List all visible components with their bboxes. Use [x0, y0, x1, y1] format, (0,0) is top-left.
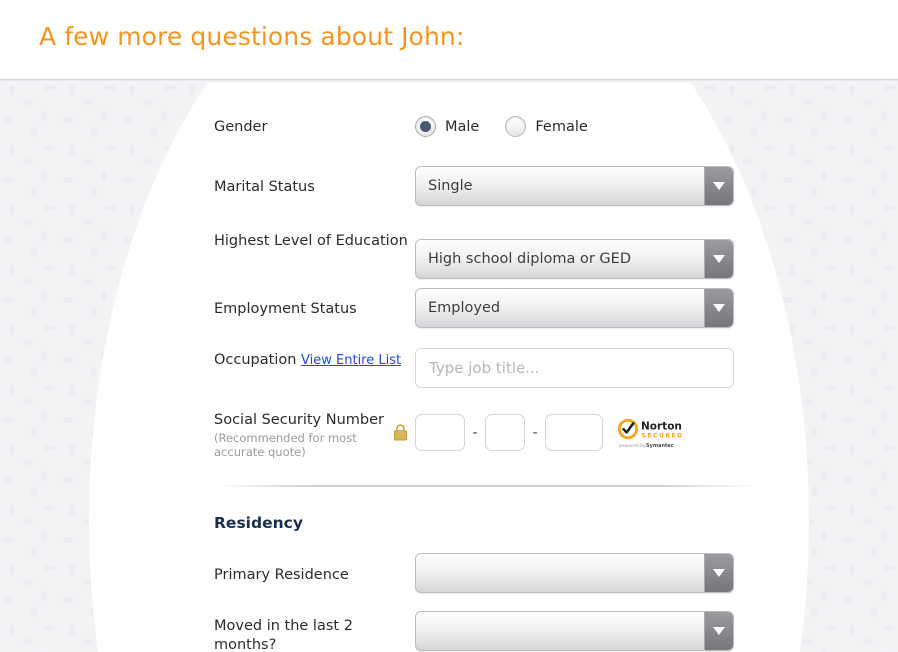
page-header: A few more questions about John: — [0, 0, 898, 79]
svg-text:Symantec: Symantec — [646, 443, 674, 449]
employment-status-value: Employed — [428, 300, 501, 316]
ssn-part2-input[interactable] — [485, 414, 525, 451]
ssn-separator-1: - — [472, 424, 478, 441]
gender-radio-group: Male Female — [415, 116, 614, 137]
radio-gender-female[interactable] — [505, 116, 527, 137]
chevron-down-icon[interactable] — [704, 167, 733, 205]
employment-status-select[interactable]: Employed — [415, 288, 734, 328]
radio-gender-male[interactable] — [415, 116, 436, 137]
primary-residence-select[interactable] — [415, 553, 734, 593]
ssn-field-group: - - Norton SECURED powered by Symantec — [393, 414, 683, 451]
view-entire-list-link[interactable]: View Entire List — [301, 351, 401, 370]
chevron-down-icon[interactable] — [704, 612, 733, 650]
ssn-separator-2: - — [532, 424, 538, 441]
education-select[interactable]: High school diploma or GED — [415, 239, 734, 279]
employment-status-label: Employment Status — [214, 301, 357, 317]
header-divider-shadow — [0, 79, 898, 83]
norton-secured-badge[interactable]: Norton SECURED powered by Symantec — [617, 416, 683, 450]
ssn-label-text: Social Security Number — [214, 412, 384, 428]
primary-residence-label: Primary Residence — [214, 567, 349, 583]
ssn-part1-input[interactable] — [415, 414, 465, 451]
ssn-sublabel: (Recommended for most accurate quote) — [214, 431, 357, 459]
gender-label: Gender — [214, 119, 268, 135]
occupation-placeholder: Type job title... — [429, 359, 540, 377]
marital-status-label: Marital Status — [214, 179, 315, 195]
svg-text:Norton: Norton — [641, 420, 682, 432]
ssn-label: Social Security Number (Recommended for … — [214, 411, 410, 459]
residency-section-heading: Residency — [214, 514, 303, 532]
primary-residence-value — [428, 554, 698, 592]
chevron-down-icon[interactable] — [704, 240, 733, 278]
chevron-down-icon[interactable] — [704, 289, 733, 327]
section-divider — [214, 485, 758, 487]
education-label: Highest Level of Education — [214, 233, 408, 249]
chevron-down-icon[interactable] — [704, 554, 733, 592]
moved-recently-select[interactable] — [415, 611, 734, 651]
radio-gender-male-label[interactable]: Male — [445, 119, 479, 135]
svg-text:SECURED: SECURED — [642, 432, 684, 439]
radio-gender-female-label[interactable]: Female — [535, 119, 587, 135]
marital-status-select[interactable]: Single — [415, 166, 734, 206]
form-body-area: Gender Male Female Marital Status Single — [0, 80, 898, 652]
ssn-part3-input[interactable] — [545, 414, 603, 451]
occupation-label-text: Occupation — [214, 352, 297, 368]
marital-status-value: Single — [428, 178, 473, 194]
moved-recently-value — [428, 612, 698, 650]
moved-recently-label: Moved in the last 2 months? — [214, 618, 353, 652]
padlock-icon — [393, 424, 408, 441]
page-root: A few more questions about John: Gender … — [0, 0, 898, 652]
questions-form: Gender Male Female Marital Status Single — [0, 80, 898, 652]
occupation-input[interactable]: Type job title... — [415, 348, 734, 388]
svg-text:powered by: powered by — [619, 443, 646, 449]
occupation-label: Occupation View Entire List — [214, 349, 410, 370]
education-value: High school diploma or GED — [428, 251, 631, 267]
page-title: A few more questions about John: — [39, 22, 465, 51]
